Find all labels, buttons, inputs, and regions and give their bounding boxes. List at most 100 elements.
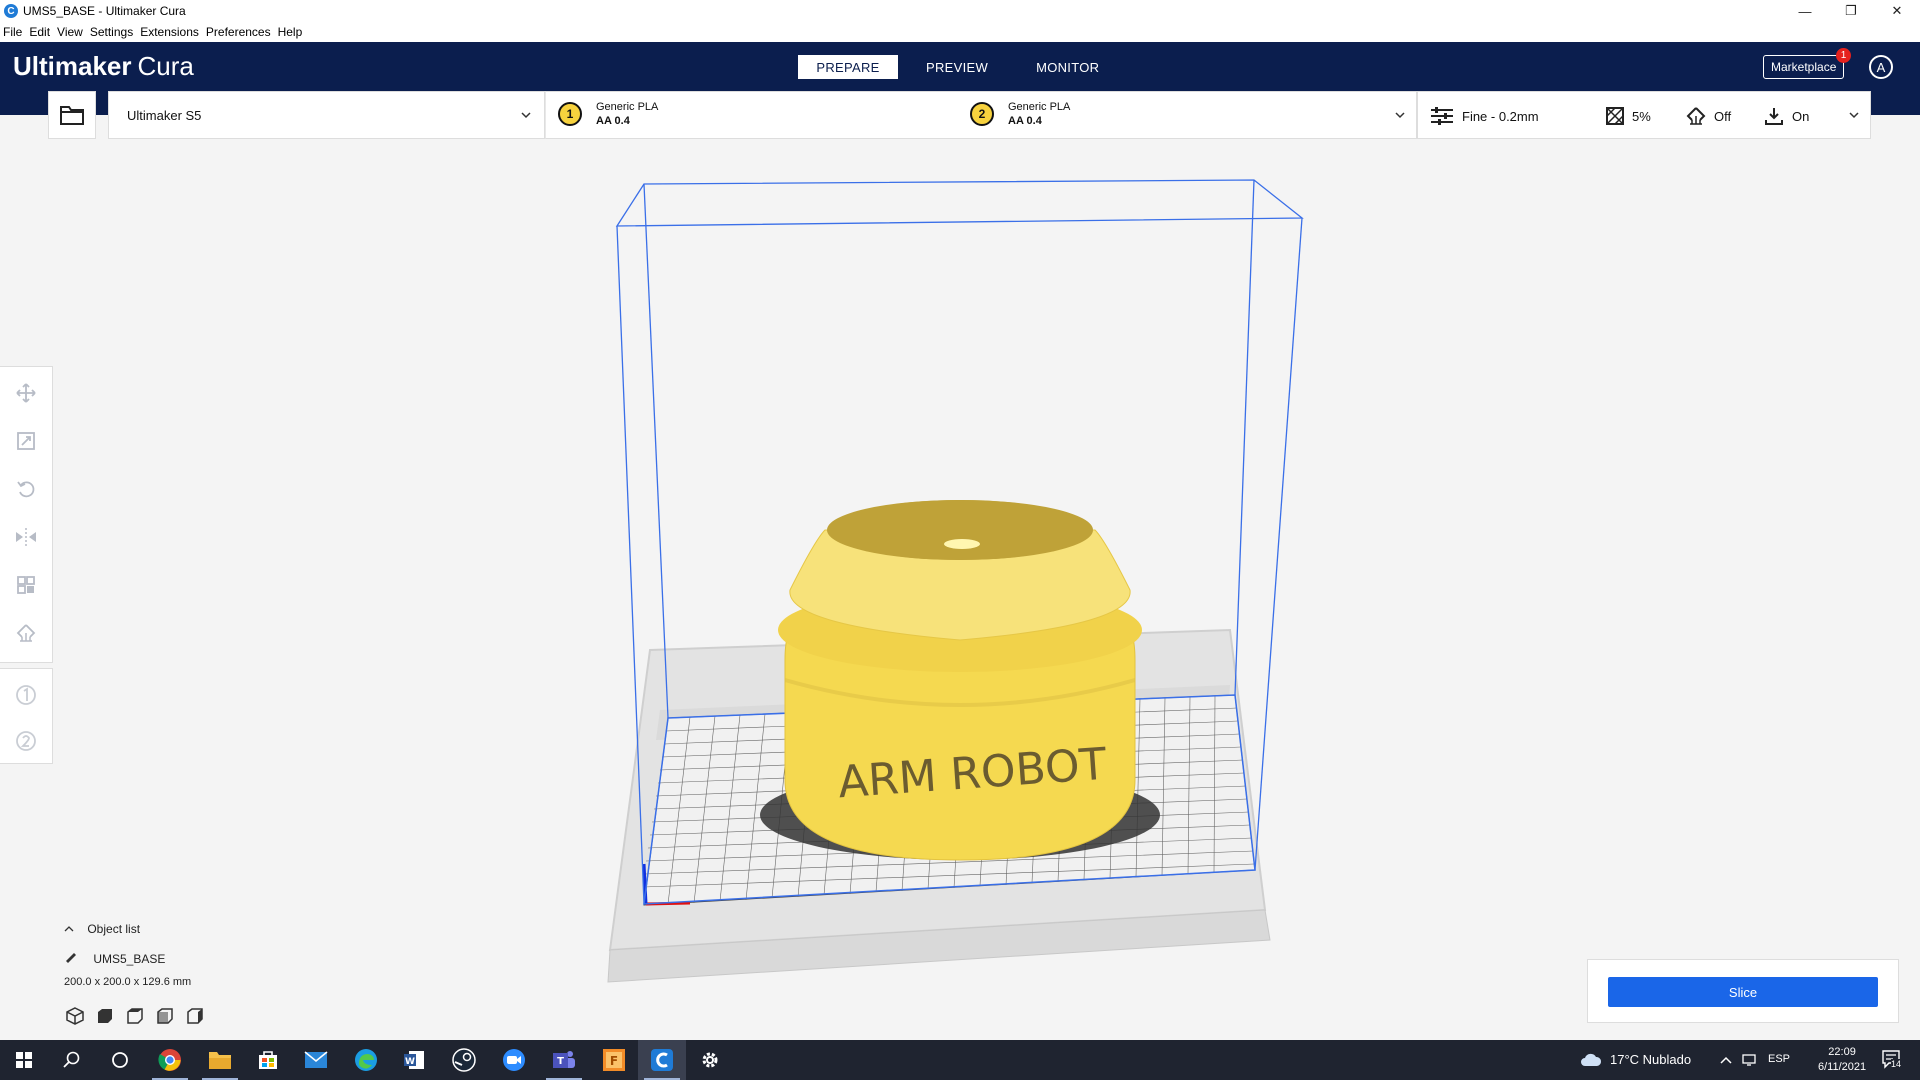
chrome-icon	[158, 1049, 181, 1071]
3d-model[interactable]: ARM ROBOT	[778, 500, 1142, 861]
extruder-1-button[interactable]	[14, 683, 38, 707]
steam-icon	[452, 1048, 476, 1072]
taskbar-file-explorer[interactable]	[196, 1040, 244, 1080]
weather-widget[interactable]: 17°C Nublado	[1580, 1052, 1691, 1067]
taskbar-zoom[interactable]	[490, 1040, 538, 1080]
marketplace-notification-badge: 1	[1836, 48, 1851, 63]
3d-view-icon[interactable]	[64, 1006, 86, 1026]
rotate-tool[interactable]	[14, 477, 38, 501]
support-icon	[1686, 107, 1706, 125]
language-indicator[interactable]: ESP	[1768, 1053, 1790, 1065]
support-setting[interactable]: Off	[1686, 92, 1731, 140]
maximize-button[interactable]: ❐	[1828, 0, 1874, 22]
notifications-button[interactable]: 14	[1881, 1049, 1903, 1072]
svg-text:W: W	[405, 1057, 415, 1067]
search-button[interactable]	[48, 1040, 96, 1080]
menu-view[interactable]: View	[57, 25, 83, 39]
taskbar-store[interactable]	[244, 1040, 292, 1080]
chevron-up-icon[interactable]	[1720, 1055, 1732, 1065]
menu-file[interactable]: File	[3, 25, 22, 39]
open-file-button[interactable]	[48, 91, 96, 139]
extruder-2-core: AA 0.4	[1008, 115, 1042, 127]
weather-text: 17°C Nublado	[1610, 1052, 1692, 1067]
menu-help[interactable]: Help	[278, 25, 303, 39]
teams-icon: T	[553, 1051, 575, 1068]
mirror-tool[interactable]	[14, 525, 38, 549]
object-name: UMS5_BASE	[93, 952, 166, 966]
windows-taskbar: W T F 17°C Nublado ESP 22:09 6/11/2021 1…	[0, 1040, 1920, 1080]
cortana-icon	[112, 1052, 128, 1068]
extruder-1[interactable]: 1 Generic PLA AA 0.4	[558, 100, 658, 128]
taskbar-mail[interactable]	[292, 1040, 340, 1080]
adhesion-value: On	[1792, 108, 1810, 124]
start-button[interactable]	[0, 1040, 48, 1080]
taskbar-fusion[interactable]: F	[590, 1040, 638, 1080]
extruder-2[interactable]: 2 Generic PLA AA 0.4	[970, 100, 1070, 128]
printer-selector[interactable]: Ultimaker S5	[108, 91, 545, 139]
material-selector[interactable]: 1 Generic PLA AA 0.4 2 Generic PLA AA 0.…	[545, 91, 1417, 139]
slice-button[interactable]: Slice	[1608, 977, 1878, 1007]
word-icon: W	[404, 1051, 424, 1069]
move-icon	[16, 383, 36, 403]
left-view-icon[interactable]	[154, 1006, 176, 1026]
title-bar: C UMS5_BASE - Ultimaker Cura — ❐ ✕	[0, 0, 1920, 22]
minimize-button[interactable]: —	[1782, 0, 1828, 22]
scale-icon	[17, 432, 35, 450]
taskbar-word[interactable]: W	[390, 1040, 438, 1080]
printer-name: Ultimaker S5	[127, 107, 202, 123]
marketplace-button[interactable]: Marketplace	[1763, 55, 1845, 79]
object-list-header: Object list	[87, 922, 141, 936]
close-button[interactable]: ✕	[1874, 0, 1920, 22]
tab-prepare[interactable]: PREPARE	[798, 55, 898, 79]
object-list-toggle[interactable]: Object list	[64, 922, 140, 936]
account-button[interactable]: A	[1869, 55, 1893, 79]
front-view-icon[interactable]	[94, 1006, 116, 1026]
brand-product: Cura	[137, 51, 194, 81]
extruder-2-icon	[16, 731, 36, 751]
sliders-icon	[1431, 107, 1453, 125]
gear-icon	[702, 1052, 718, 1068]
move-tool[interactable]	[14, 381, 38, 405]
top-view-icon[interactable]	[124, 1006, 146, 1026]
menu-preferences[interactable]: Preferences	[206, 25, 271, 39]
menu-extensions[interactable]: Extensions	[140, 25, 199, 39]
action-panel: Slice	[1587, 959, 1899, 1023]
cura-app-icon: C	[4, 4, 18, 18]
window-title: UMS5_BASE - Ultimaker Cura	[23, 4, 186, 18]
object-list-item[interactable]: UMS5_BASE	[64, 951, 165, 966]
scale-tool[interactable]	[14, 429, 38, 453]
view-orientation-bar	[64, 1006, 214, 1026]
network-icon[interactable]	[1742, 1054, 1756, 1066]
infill-setting[interactable]: 5%	[1606, 92, 1651, 140]
clock-date: 6/11/2021	[1818, 1061, 1867, 1073]
taskbar-steam[interactable]	[440, 1040, 488, 1080]
menu-settings[interactable]: Settings	[90, 25, 133, 39]
taskbar-cura[interactable]	[638, 1040, 686, 1080]
taskbar-edge[interactable]	[342, 1040, 390, 1080]
infill-value: 5%	[1632, 108, 1651, 124]
support-blocker-tool[interactable]	[14, 621, 38, 645]
menu-edit[interactable]: Edit	[29, 25, 50, 39]
print-settings-panel[interactable]: Fine - 0.2mm 5% Off On	[1417, 91, 1871, 139]
rotate-icon	[17, 481, 35, 498]
tab-preview[interactable]: PREVIEW	[906, 55, 1008, 79]
3d-viewport[interactable]: ARM ROBOT	[560, 170, 1440, 1010]
profile-setting[interactable]: Fine - 0.2mm	[1430, 92, 1539, 140]
search-icon	[63, 1051, 80, 1068]
extruder-2-button[interactable]	[14, 729, 38, 753]
taskbar-chrome[interactable]	[146, 1040, 194, 1080]
extruder-1-core: AA 0.4	[596, 115, 630, 127]
notification-count: 14	[1891, 1059, 1902, 1069]
right-view-icon[interactable]	[184, 1006, 206, 1026]
tab-monitor[interactable]: MONITOR	[1016, 55, 1119, 79]
clock[interactable]: 22:09 6/11/2021	[1818, 1045, 1866, 1075]
per-model-settings-tool[interactable]	[14, 573, 38, 597]
mirror-icon	[16, 528, 36, 546]
chevron-down-icon	[521, 112, 531, 119]
adhesion-setting[interactable]: On	[1764, 92, 1809, 140]
adhesion-icon	[1765, 108, 1783, 125]
pencil-icon	[66, 953, 76, 963]
task-view-button[interactable]	[96, 1040, 144, 1080]
taskbar-settings[interactable]	[686, 1040, 734, 1080]
taskbar-teams[interactable]: T	[540, 1040, 588, 1080]
